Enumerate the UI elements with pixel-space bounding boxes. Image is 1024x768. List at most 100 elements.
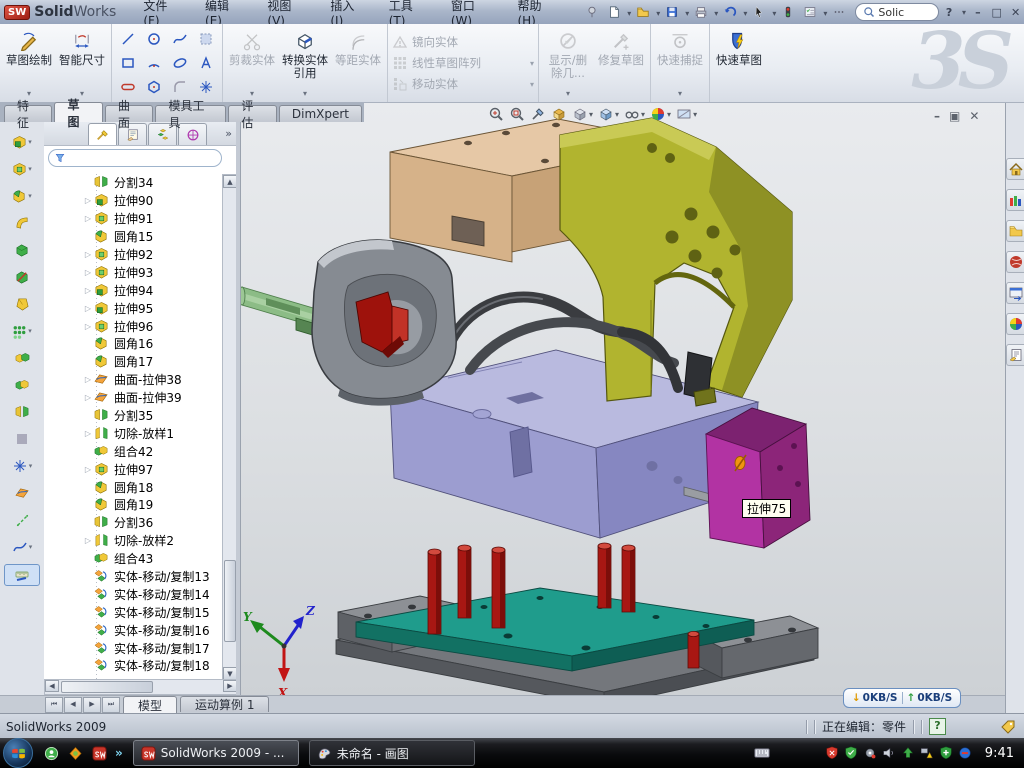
extrude-boss-button[interactable]: ▾ — [5, 132, 39, 152]
taskbar-clock[interactable]: 9:41 — [985, 746, 1014, 761]
tab-评估[interactable]: 评估 — [228, 105, 276, 122]
scroll-right-arrow[interactable]: ▶ — [223, 680, 237, 692]
expand-arrow-icon[interactable]: ▷ — [82, 304, 94, 313]
tab-feature-manager[interactable] — [88, 123, 117, 145]
model-tab-0[interactable]: 模型 — [123, 696, 177, 714]
slot-icon[interactable] — [115, 75, 141, 99]
dropdown-caret-icon[interactable]: ▾ — [615, 110, 619, 119]
file-explorer-tab[interactable] — [1006, 220, 1024, 242]
pattern-button[interactable]: ▾ — [5, 321, 39, 341]
search-input[interactable] — [876, 5, 924, 20]
volume-icon[interactable] — [881, 745, 897, 761]
search-box[interactable] — [855, 3, 938, 21]
tree-item[interactable]: 实体-移动/复制17 — [44, 639, 222, 657]
dropdown-caret-icon[interactable]: ▾ — [29, 462, 33, 470]
tree-item[interactable]: 分割34 — [44, 174, 222, 192]
zoom-area-button[interactable] — [509, 106, 525, 122]
messenger-icon[interactable] — [43, 745, 59, 761]
open-icon[interactable] — [633, 3, 653, 21]
print-icon[interactable] — [691, 3, 711, 21]
last-tab-button[interactable]: ⏭ — [102, 697, 120, 713]
launcher-icon[interactable] — [67, 745, 83, 761]
tree-item[interactable]: ▷拉伸96 — [44, 317, 222, 335]
chamfer-button[interactable] — [5, 294, 39, 314]
point-button[interactable]: ▾ — [5, 456, 39, 476]
tree-item[interactable]: ▷切除-放样1 — [44, 424, 222, 442]
quick-launch-chevron[interactable]: » — [115, 746, 123, 760]
panel-overflow-chevron[interactable]: » — [225, 127, 232, 140]
upload-icon[interactable] — [900, 745, 916, 761]
expand-arrow-icon[interactable]: ▷ — [82, 393, 94, 402]
zoom-selection-button[interactable] — [530, 106, 546, 122]
tree-item[interactable]: ▷曲面-拉伸38 — [44, 371, 222, 389]
save-icon[interactable] — [662, 3, 682, 21]
sketch-fillet-icon[interactable] — [167, 75, 193, 99]
tree-item[interactable]: ▷拉伸92 — [44, 246, 222, 264]
tree-item[interactable]: 实体-移动/复制16 — [44, 621, 222, 639]
select-dropdown[interactable] — [771, 5, 776, 19]
dropdown-caret-icon[interactable]: ▾ — [28, 192, 32, 200]
dropdown-caret-icon[interactable]: ▾ — [589, 110, 593, 119]
solidworks-icon[interactable] — [91, 745, 107, 761]
move-copy-button[interactable] — [5, 429, 39, 449]
expand-arrow-icon[interactable]: ▷ — [82, 465, 94, 474]
arc-icon[interactable] — [141, 51, 167, 75]
expand-arrow-icon[interactable]: ▷ — [82, 250, 94, 259]
open-dropdown[interactable] — [655, 5, 660, 19]
tree-item[interactable]: ▷切除-放样2 — [44, 532, 222, 550]
tree-item[interactable]: 实体-移动/复制13 — [44, 568, 222, 586]
tree-item[interactable]: ▷拉伸93 — [44, 263, 222, 281]
view-orientation-button[interactable]: ▾ — [598, 106, 619, 122]
axis-button[interactable] — [5, 510, 39, 530]
tree-item[interactable]: ▷曲面-拉伸39 — [44, 389, 222, 407]
mirror-body-button[interactable] — [5, 348, 39, 368]
dropdown-caret-icon[interactable]: ▾ — [667, 110, 671, 119]
custom-properties-tab[interactable] — [1006, 344, 1024, 366]
health-shield-icon[interactable] — [938, 745, 954, 761]
dropdown-caret-icon[interactable]: ▾ — [28, 165, 32, 173]
minimize-button[interactable]: – — [969, 5, 986, 20]
zoom-fit-button[interactable] — [488, 106, 504, 122]
select-icon[interactable] — [749, 3, 769, 21]
scroll-up-arrow[interactable]: ▲ — [223, 175, 237, 188]
expand-arrow-icon[interactable]: ▷ — [82, 536, 94, 545]
boss-button[interactable] — [5, 240, 39, 260]
protect-shield-icon[interactable] — [843, 745, 859, 761]
panel-splitter[interactable] — [236, 122, 240, 695]
tree-item[interactable]: 圆角19 — [44, 496, 222, 514]
design-library-tab[interactable] — [1006, 189, 1024, 211]
toolbar-button-快速草图[interactable]: 快速草图 — [713, 26, 765, 100]
graphics-area[interactable]: Y Z X ▾▾▾▾▾ – ▣ ✕ 拉伸75 — [240, 103, 1005, 695]
tree-item[interactable]: 实体-移动/复制18 — [44, 657, 222, 675]
doc-restore-button[interactable]: ▣ — [949, 109, 960, 123]
tab-曲面[interactable]: 曲面 — [105, 105, 153, 122]
toolbar-button-智能尺寸[interactable]: 智能尺寸▾ — [56, 26, 108, 100]
model-tab-1[interactable]: 运动算例 1 — [180, 696, 269, 712]
help-button[interactable]: ? — [941, 5, 958, 20]
area-select-icon[interactable] — [193, 27, 219, 51]
polygon-icon[interactable] — [141, 75, 167, 99]
line-icon[interactable] — [115, 27, 141, 51]
save-dropdown[interactable] — [684, 5, 689, 19]
dropdown-caret-icon[interactable]: ▾ — [693, 110, 697, 119]
fillet-button[interactable]: ▾ — [5, 186, 39, 206]
assembly-clamp-unit[interactable] — [240, 240, 456, 406]
tree-horizontal-scrollbar[interactable]: ◀ ▶ — [44, 679, 238, 695]
options-icon[interactable] — [800, 3, 820, 21]
expand-arrow-icon[interactable]: ▷ — [82, 196, 94, 205]
gear-icon[interactable] — [862, 745, 878, 761]
dropdown-caret-icon[interactable]: ▾ — [641, 110, 645, 119]
dropdown-caret-icon[interactable]: ▾ — [28, 327, 32, 335]
tree-item[interactable]: 实体-移动/复制14 — [44, 585, 222, 603]
display-style-button[interactable]: ▾ — [572, 106, 593, 122]
tree-item[interactable]: 圆角16 — [44, 335, 222, 353]
pin-icon[interactable] — [582, 3, 602, 21]
section-view-button[interactable] — [551, 106, 567, 122]
taskbar-window-0[interactable]: SolidWorks 2009 - ... — [133, 740, 299, 766]
tag-icon[interactable] — [1000, 719, 1016, 735]
expand-arrow-icon[interactable]: ▷ — [82, 214, 94, 223]
toolbar-button-草图绘制[interactable]: 草图绘制▾ — [3, 26, 55, 100]
split-button[interactable] — [5, 402, 39, 422]
antivirus-shield-icon[interactable] — [824, 745, 840, 761]
scroll-left-arrow[interactable]: ◀ — [45, 680, 59, 692]
